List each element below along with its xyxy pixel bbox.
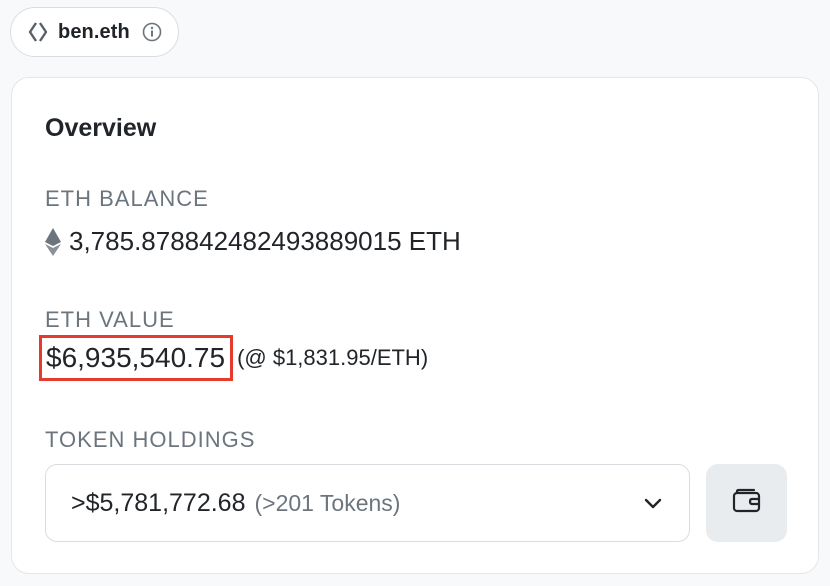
ens-logo-icon [27, 21, 49, 43]
eth-balance-label: ETH BALANCE [45, 186, 209, 211]
eth-value-label: ETH VALUE [45, 307, 175, 332]
token-holdings-count: (>201 Tokens) [254, 489, 401, 516]
chevron-down-icon [641, 491, 665, 515]
eth-value-amount: $6,935,540.75 [39, 335, 234, 381]
info-icon[interactable] [141, 21, 163, 43]
wallet-button[interactable] [706, 464, 787, 542]
wallet-icon [732, 488, 762, 519]
token-holdings-label: TOKEN HOLDINGS [45, 427, 256, 452]
token-holdings-total: >$5,781,772.68 [71, 488, 246, 517]
overview-card: Overview ETH BALANCE 3,785.8788424824938… [11, 77, 819, 574]
card-title: Overview [45, 114, 157, 142]
token-holdings-dropdown[interactable]: >$5,781,772.68 (>201 Tokens) [45, 464, 690, 542]
eth-price-rate: (@ $1,831.95/ETH) [237, 345, 429, 370]
ens-name-pill[interactable]: ben.eth [10, 7, 179, 57]
ens-name: ben.eth [58, 20, 130, 43]
ethereum-icon [45, 227, 61, 256]
eth-value-row: $6,935,540.75 (@ $1,831.95/ETH) [39, 335, 428, 381]
eth-balance-row: 3,785.878842482493889015 ETH [45, 226, 461, 257]
eth-balance-value: 3,785.878842482493889015 ETH [69, 226, 461, 256]
